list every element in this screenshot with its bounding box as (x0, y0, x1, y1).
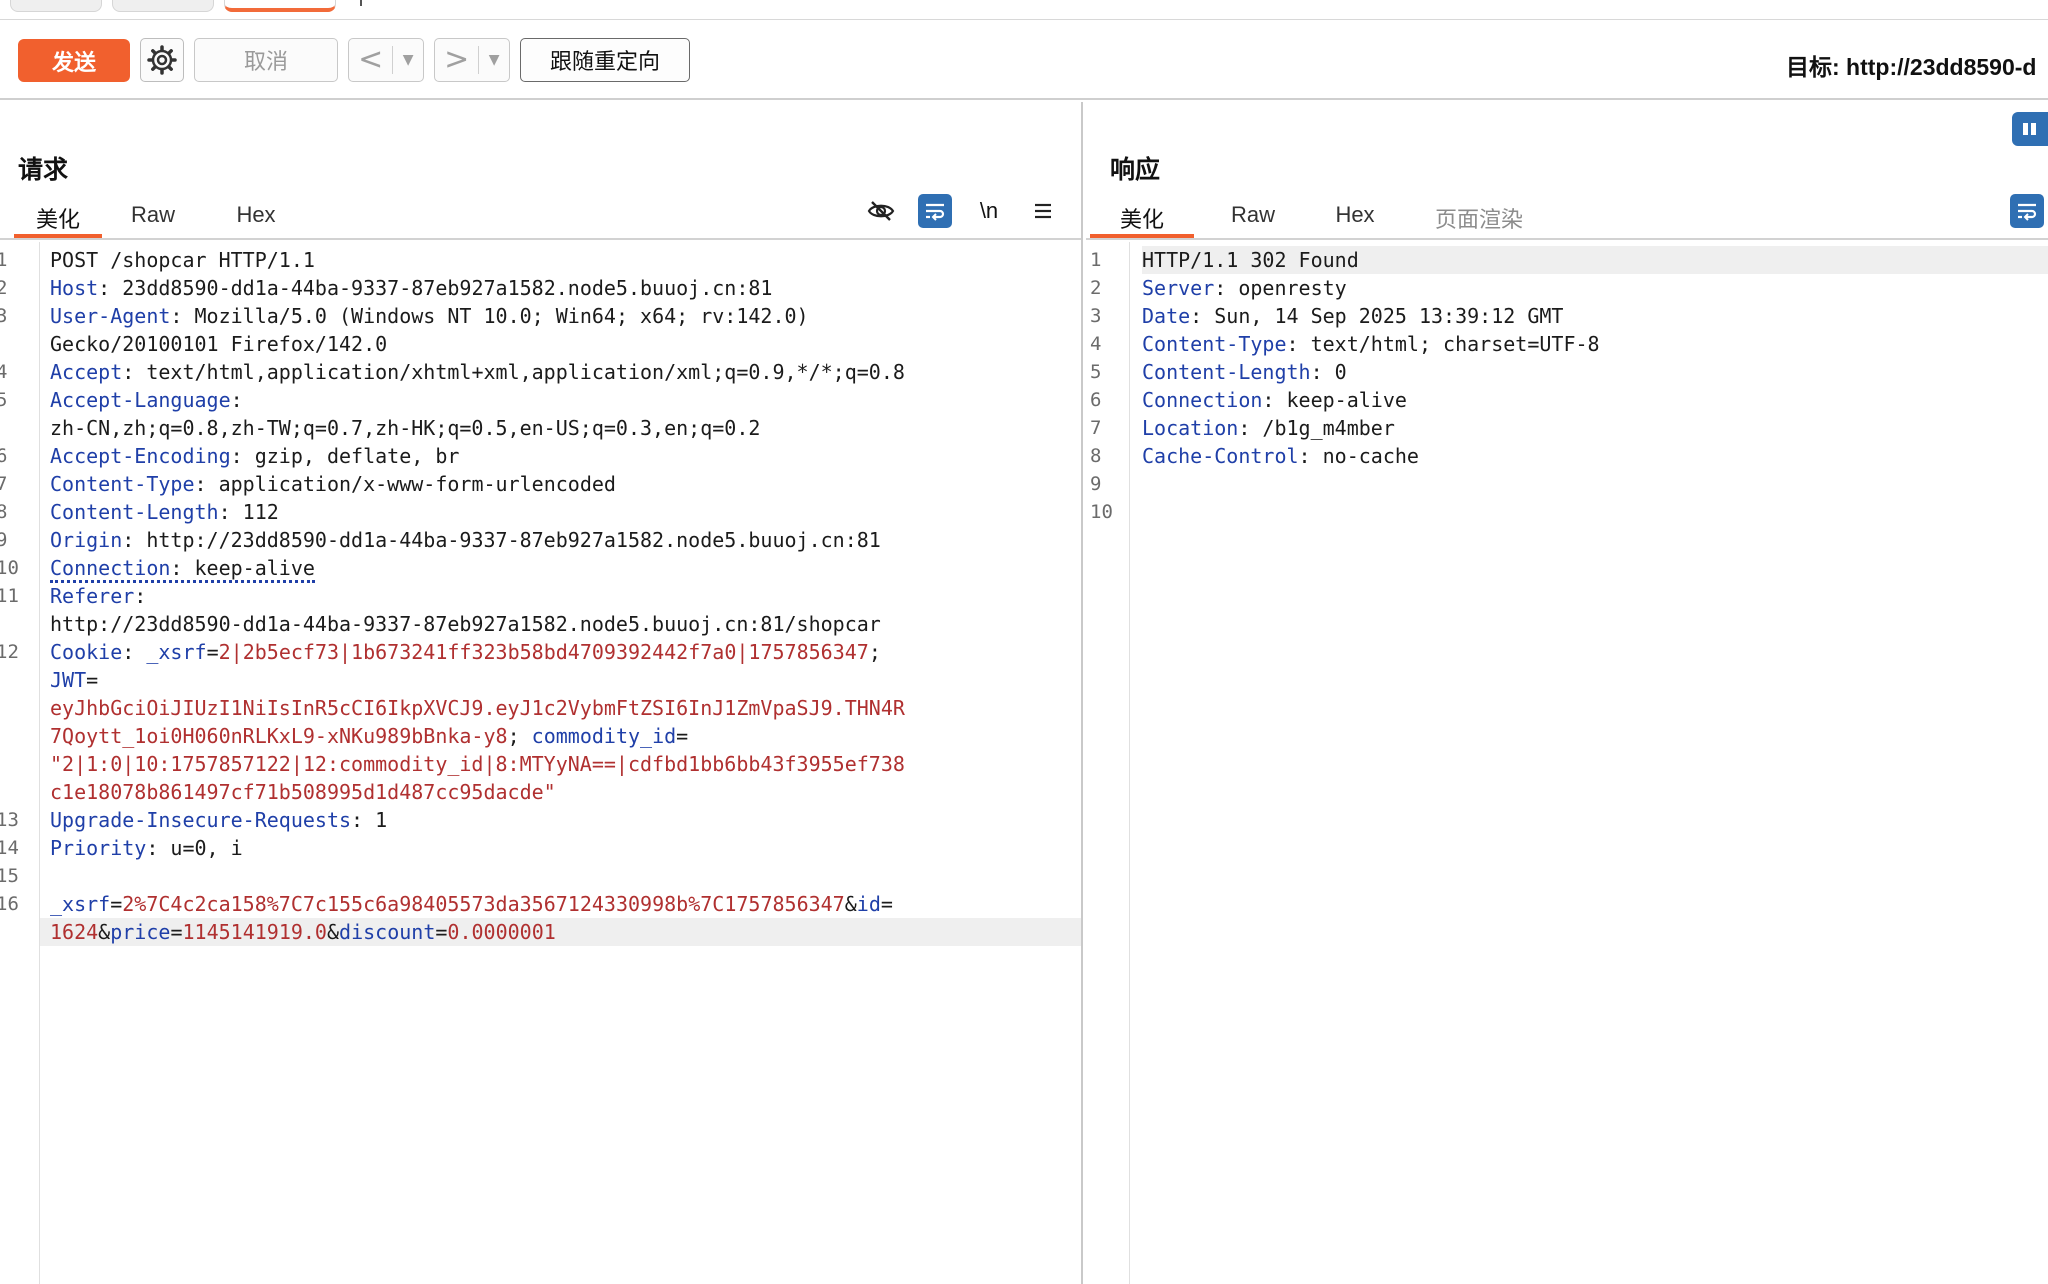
cancel-button[interactable]: 取消 (194, 38, 338, 82)
gear-icon (147, 45, 177, 75)
tab-add-marker (360, 0, 368, 6)
response-title: 响应 (1110, 155, 1161, 184)
code-line: 4 Accept: text/html,application/xhtml+xml… (0, 360, 905, 384)
repeater-tab-active[interactable] (224, 0, 336, 12)
request-pane: 请求 美化 Raw Hex \n 1 POST /shopcar HTTP/1.1… (0, 102, 1083, 1284)
code-line: 9 Origin: http://23dd8590-dd1a-44ba-9337-… (0, 528, 881, 552)
request-code[interactable]: 1 POST /shopcar HTTP/1.1 2 Host: 23dd8590-… (0, 246, 1081, 946)
code-line: 9 (1090, 473, 1102, 495)
code-line: 3 Date: Sun, 14 Sep 2025 13:39:12 GMT (1090, 304, 1564, 328)
response-pane: 响应 美化 Raw Hex 页面渲染 1 HTTP/1.1 302 Found 2… (1086, 102, 2048, 1284)
code-line: 4 Content-Type: text/html; charset=UTF-8 (1090, 332, 1600, 356)
wrap-icon[interactable] (918, 194, 952, 228)
top-tab-strip (0, 0, 2048, 20)
newline-toggle-label: \n (979, 198, 999, 223)
chevron-down-icon[interactable]: ▼ (393, 52, 423, 68)
menu-icon[interactable] (1026, 194, 1060, 228)
code-line: 8 Cache-Control: no-cache (1090, 444, 1419, 468)
code-line: eyJhbGciOiJIUzI1NiIsInR5cCI6IkpXVCJ9.eyJ… (50, 696, 905, 720)
hide-eye-icon[interactable] (864, 194, 898, 228)
code-line: 7Qoytt_1oi0H060nRLKxL9-xNKu989bBnka-y8; … (50, 724, 689, 748)
code-line: 5 Content-Length: 0 (1090, 360, 1347, 384)
tab-pretty[interactable]: 美化 (14, 202, 102, 238)
code-line: 15 (0, 865, 19, 887)
chevron-down-icon[interactable]: ▼ (479, 52, 509, 68)
toolbar: 发送 取消 < ▼ > ▼ 跟随重定向 目标: http://23dd8590-… (0, 20, 2048, 100)
code-line: 2 Host: 23dd8590-dd1a-44ba-9337-87eb927a1… (0, 276, 773, 300)
newline-icon[interactable]: \n (972, 194, 1006, 228)
code-line: 6 Connection: keep-alive (1090, 388, 1407, 412)
tab-raw[interactable]: Raw (1218, 202, 1288, 238)
code-line: 7 Location: /b1g_m4mber (1090, 416, 1395, 440)
code-line: 1 POST /shopcar HTTP/1.1 (0, 248, 315, 272)
code-line: 12 Cookie: _xsrf=2|2b5ecf73|1b673241ff323… (0, 640, 881, 664)
code-line: JWT= (50, 668, 99, 692)
code-line: Gecko/20100101 Firefox/142.0 (50, 332, 388, 356)
response-code[interactable]: 1 HTTP/1.1 302 Found 2 Server: openresty 3… (1086, 246, 2048, 526)
code-line-current: 1 HTTP/1.1 302 Found (1086, 246, 2048, 274)
send-button[interactable]: 发送 (18, 39, 130, 82)
code-line: 16 _xsrf=2%7C4c2ca158%7C7c155c6a98405573d… (0, 892, 893, 916)
request-editor[interactable]: 1 POST /shopcar HTTP/1.1 2 Host: 23dd8590-… (0, 242, 1081, 1284)
forward-arrow-icon: > (444, 42, 470, 77)
code-line: 11 Referer: (0, 584, 147, 608)
code-line: 7 Content-Type: application/x-www-form-ur… (0, 472, 616, 496)
target-label[interactable]: 目标: http://23dd8590-d (1786, 48, 2036, 82)
code-line: "2|1:0|10:1757857122|12:commodity_id|8:M… (50, 752, 905, 776)
code-line: http://23dd8590-dd1a-44ba-9337-87eb927a1… (50, 612, 881, 636)
code-line: 8 Content-Length: 112 (0, 500, 279, 524)
repeater-tab[interactable] (10, 0, 102, 12)
response-editor[interactable]: 1 HTTP/1.1 302 Found 2 Server: openresty 3… (1086, 242, 2048, 1284)
code-line: 10 Connection: keep-alive (0, 554, 1081, 583)
code-line: 3 User-Agent: Mozilla/5.0 (Windows NT 10.… (0, 304, 809, 328)
forward-button[interactable]: > ▼ (434, 38, 510, 82)
code-line: 2 Server: openresty (1090, 276, 1347, 300)
code-line-current: 1624&price=1145141919.0&discount=0.00000… (40, 918, 1081, 946)
columns-icon (2023, 123, 2036, 135)
response-subtabs: 美化 Raw Hex 页面渲染 (1086, 198, 2048, 240)
tab-hex[interactable]: Hex (1320, 202, 1390, 238)
back-arrow-icon: < (358, 42, 384, 77)
wrap-icon[interactable] (2010, 194, 2044, 228)
request-title: 请求 (18, 155, 69, 184)
code-line: 5 Accept-Language: (0, 388, 243, 412)
tab-hex[interactable]: Hex (222, 202, 290, 238)
settings-button[interactable] (140, 38, 184, 82)
code-line: c1e18078b861497cf71b508995d1d487cc95dacd… (50, 780, 556, 804)
tab-render[interactable]: 页面渲染 (1424, 202, 1534, 238)
layout-toggle-button[interactable] (2012, 112, 2048, 146)
code-line: 10 (1090, 501, 1113, 523)
repeater-tab[interactable] (112, 0, 214, 12)
code-line: 14 Priority: u=0, i (0, 836, 243, 860)
tab-raw[interactable]: Raw (118, 202, 188, 238)
back-button[interactable]: < ▼ (348, 38, 424, 82)
follow-redirect-button[interactable]: 跟随重定向 (520, 38, 690, 82)
code-line: 13 Upgrade-Insecure-Requests: 1 (0, 808, 388, 832)
code-line: zh-CN,zh;q=0.8,zh-TW;q=0.7,zh-HK;q=0.5,e… (50, 416, 761, 440)
code-line: 6 Accept-Encoding: gzip, deflate, br (0, 444, 460, 468)
tab-pretty[interactable]: 美化 (1090, 202, 1194, 238)
